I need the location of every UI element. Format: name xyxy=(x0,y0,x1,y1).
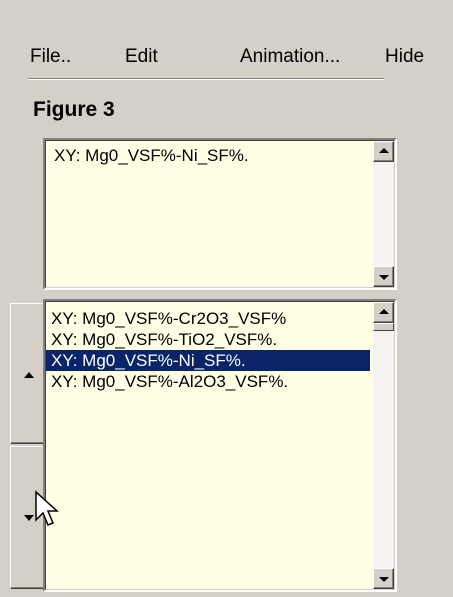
current-plot-text: XY: Mg0_VSF%-Ni_SF%. xyxy=(54,146,249,165)
plot-list-box[interactable]: XY: Mg0_VSF%-Cr2O3_VSF% XY: Mg0_VSF%-TiO… xyxy=(43,299,397,592)
scroll-up-button[interactable] xyxy=(373,141,394,162)
plot-list-item-1[interactable]: XY: Mg0_VSF%-TiO2_VSF%. xyxy=(46,329,370,350)
plot-list-item-2[interactable]: XY: Mg0_VSF%-Ni_SF%. xyxy=(46,350,370,371)
menu-separator xyxy=(28,78,384,80)
list-scroll-thumb[interactable] xyxy=(373,323,394,331)
menu-edit[interactable]: Edit xyxy=(125,42,158,72)
scroll-up-icon xyxy=(379,148,389,153)
scroll-track[interactable] xyxy=(373,162,394,266)
triangle-down-icon xyxy=(24,515,34,521)
scroll-up-icon xyxy=(379,309,389,314)
triangle-up-icon xyxy=(24,372,34,378)
list-scroll-down-button[interactable] xyxy=(373,568,394,589)
plot-list-scrollbar[interactable] xyxy=(373,302,394,589)
menu-file[interactable]: File.. xyxy=(30,42,71,72)
plot-list-item-0[interactable]: XY: Mg0_VSF%-Cr2O3_VSF% xyxy=(46,308,370,329)
list-scroll-up-button[interactable] xyxy=(373,302,394,323)
mouse-pointer-icon xyxy=(35,490,59,526)
figure-title: Figure 3 xyxy=(33,98,115,121)
scroll-down-button[interactable] xyxy=(373,266,394,287)
move-up-button[interactable] xyxy=(10,303,47,444)
current-plot-scrollbar[interactable] xyxy=(373,141,394,287)
plot-list-item-3[interactable]: XY: Mg0_VSF%-Al2O3_VSF%. xyxy=(46,371,370,392)
menu-hide[interactable]: Hide xyxy=(385,42,424,72)
menu-animation[interactable]: Animation... xyxy=(240,42,340,72)
list-scroll-track[interactable] xyxy=(373,331,394,568)
scroll-down-icon xyxy=(379,275,389,280)
scroll-down-icon xyxy=(379,577,389,582)
current-plot-box[interactable]: XY: Mg0_VSF%-Ni_SF%. xyxy=(43,138,397,290)
